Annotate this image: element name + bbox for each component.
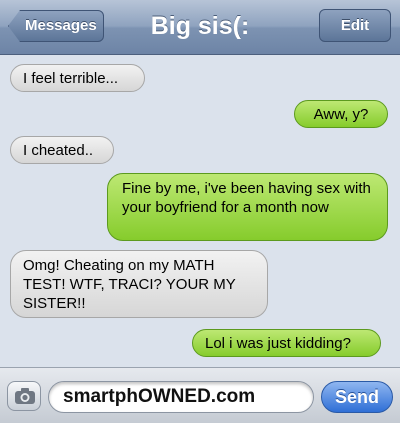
incoming-message-bubble: I feel terrible...: [10, 64, 145, 92]
incoming-message-bubble: Omg! Cheating on my MATH TEST! WTF, TRAC…: [10, 250, 268, 318]
send-button[interactable]: Send: [321, 381, 393, 413]
navigation-bar: Messages Big sis(: Edit: [0, 0, 400, 55]
outgoing-message-bubble: Fine by me, i've been having sex with yo…: [107, 173, 388, 241]
camera-icon: [15, 388, 35, 404]
incoming-message-bubble: I cheated..: [10, 136, 114, 164]
camera-button[interactable]: [7, 381, 41, 411]
message-thread: I feel terrible... Aww, y? I cheated.. F…: [0, 56, 400, 366]
edit-button[interactable]: Edit: [319, 9, 391, 42]
outgoing-message-bubble: Lol i was just kidding?: [192, 329, 381, 357]
compose-bar: smartphOWNED.com Send: [0, 367, 400, 423]
outgoing-message-bubble: Aww, y?: [294, 100, 388, 128]
message-input[interactable]: smartphOWNED.com: [48, 381, 314, 413]
